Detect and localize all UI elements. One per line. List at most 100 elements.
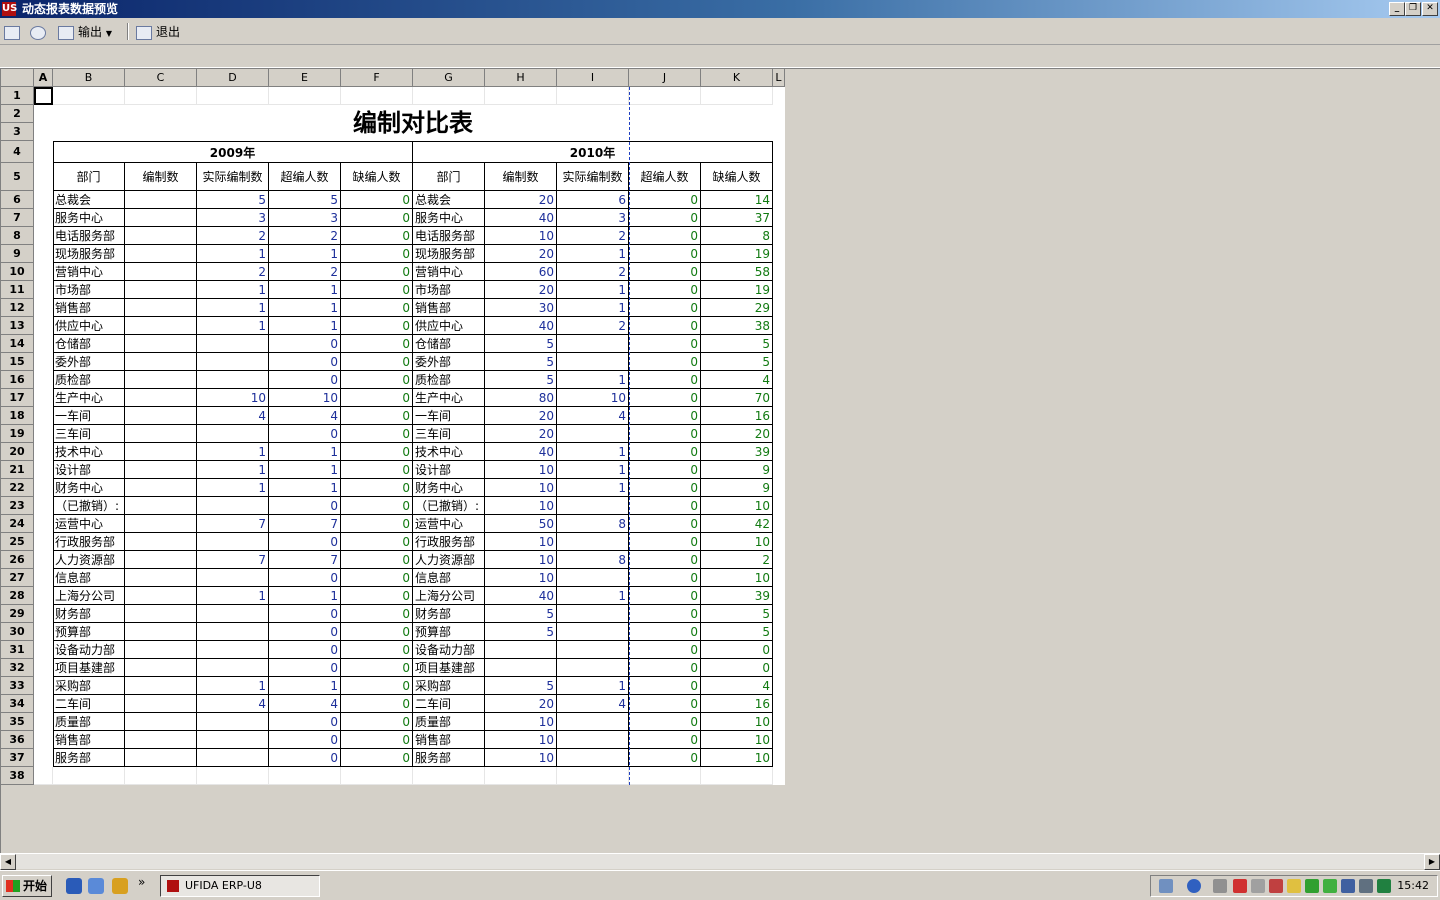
value-cell[interactable]: [485, 641, 557, 659]
value-cell[interactable]: 1: [557, 677, 629, 695]
value-cell[interactable]: 20: [701, 425, 773, 443]
value-cell[interactable]: 19: [701, 281, 773, 299]
value-cell[interactable]: 0: [341, 461, 413, 479]
department-cell[interactable]: 三车间: [413, 425, 485, 443]
row-header-25[interactable]: 25: [1, 533, 34, 551]
column-header-b[interactable]: B: [53, 69, 125, 87]
table-header-cell[interactable]: 超编人数: [629, 163, 701, 191]
value-cell[interactable]: [557, 713, 629, 731]
value-cell[interactable]: [125, 623, 197, 641]
department-cell[interactable]: 设备动力部: [53, 641, 125, 659]
value-cell[interactable]: 0: [269, 605, 341, 623]
column-header-g[interactable]: G: [413, 69, 485, 87]
value-cell[interactable]: [125, 749, 197, 767]
value-cell[interactable]: 2: [269, 263, 341, 281]
department-cell[interactable]: 仓储部: [413, 335, 485, 353]
value-cell[interactable]: [125, 497, 197, 515]
department-cell[interactable]: 营销中心: [413, 263, 485, 281]
value-cell[interactable]: 29: [701, 299, 773, 317]
row-header-16[interactable]: 16: [1, 371, 34, 389]
column-header-c[interactable]: C: [125, 69, 197, 87]
row-header-2[interactable]: 2: [1, 105, 34, 123]
department-cell[interactable]: 财务部: [413, 605, 485, 623]
value-cell[interactable]: 0: [341, 533, 413, 551]
value-cell[interactable]: [557, 425, 629, 443]
value-cell[interactable]: [125, 353, 197, 371]
department-cell[interactable]: 预算部: [53, 623, 125, 641]
minimize-button[interactable]: _: [1389, 2, 1405, 16]
value-cell[interactable]: [125, 389, 197, 407]
value-cell[interactable]: 0: [701, 659, 773, 677]
value-cell[interactable]: 0: [629, 533, 701, 551]
value-cell[interactable]: [197, 569, 269, 587]
value-cell[interactable]: 2: [197, 263, 269, 281]
value-cell[interactable]: 0: [629, 245, 701, 263]
value-cell[interactable]: [197, 533, 269, 551]
department-cell[interactable]: 财务部: [53, 605, 125, 623]
export-button[interactable]: 输出 ▼: [58, 22, 112, 42]
value-cell[interactable]: [125, 695, 197, 713]
table-header-cell[interactable]: 部门: [53, 163, 125, 191]
value-cell[interactable]: 0: [341, 299, 413, 317]
department-cell[interactable]: 上海分公司: [53, 587, 125, 605]
value-cell[interactable]: 10: [485, 479, 557, 497]
value-cell[interactable]: 7: [197, 551, 269, 569]
value-cell[interactable]: 5: [485, 677, 557, 695]
value-cell[interactable]: [197, 425, 269, 443]
row-header-6[interactable]: 6: [1, 191, 34, 209]
value-cell[interactable]: [125, 227, 197, 245]
value-cell[interactable]: [125, 713, 197, 731]
value-cell[interactable]: 0: [701, 641, 773, 659]
row-header-4[interactable]: 4: [1, 141, 34, 163]
row-header-11[interactable]: 11: [1, 281, 34, 299]
value-cell[interactable]: 3: [269, 209, 341, 227]
value-cell[interactable]: 0: [341, 695, 413, 713]
empty-cell[interactable]: [197, 767, 269, 785]
table-header-cell[interactable]: 编制数: [485, 163, 557, 191]
value-cell[interactable]: [197, 335, 269, 353]
value-cell[interactable]: 0: [341, 191, 413, 209]
department-cell[interactable]: 销售部: [53, 299, 125, 317]
value-cell[interactable]: 10: [701, 731, 773, 749]
value-cell[interactable]: 6: [557, 191, 629, 209]
value-cell[interactable]: 0: [269, 497, 341, 515]
value-cell[interactable]: [197, 371, 269, 389]
value-cell[interactable]: [125, 263, 197, 281]
row-header-27[interactable]: 27: [1, 569, 34, 587]
value-cell[interactable]: [557, 605, 629, 623]
value-cell[interactable]: 0: [341, 407, 413, 425]
value-cell[interactable]: 5: [197, 191, 269, 209]
value-cell[interactable]: 0: [629, 227, 701, 245]
restore-button[interactable]: ❐: [1405, 2, 1421, 16]
column-header-d[interactable]: D: [197, 69, 269, 87]
department-cell[interactable]: 财务中心: [413, 479, 485, 497]
department-cell[interactable]: 销售部: [413, 731, 485, 749]
exit-button[interactable]: 退出: [136, 22, 180, 42]
value-cell[interactable]: 39: [701, 587, 773, 605]
value-cell[interactable]: 1: [197, 461, 269, 479]
value-cell[interactable]: 0: [629, 209, 701, 227]
value-cell[interactable]: [125, 677, 197, 695]
value-cell[interactable]: 8: [557, 551, 629, 569]
ie-icon[interactable]: [66, 878, 82, 894]
column-header-h[interactable]: H: [485, 69, 557, 87]
department-cell[interactable]: 二车间: [53, 695, 125, 713]
department-cell[interactable]: 财务中心: [53, 479, 125, 497]
table-header-cell[interactable]: 实际编制数: [197, 163, 269, 191]
show-desktop-icon[interactable]: [88, 878, 104, 894]
value-cell[interactable]: 0: [629, 695, 701, 713]
value-cell[interactable]: 0: [341, 659, 413, 677]
department-cell[interactable]: 质量部: [413, 713, 485, 731]
horizontal-scrollbar[interactable]: ◀ ▶: [0, 853, 1440, 870]
value-cell[interactable]: 0: [629, 713, 701, 731]
value-cell[interactable]: 5: [485, 335, 557, 353]
value-cell[interactable]: 2: [701, 551, 773, 569]
value-cell[interactable]: [197, 749, 269, 767]
value-cell[interactable]: 1: [269, 299, 341, 317]
value-cell[interactable]: 0: [629, 551, 701, 569]
department-cell[interactable]: 总裁会: [53, 191, 125, 209]
value-cell[interactable]: 40: [485, 209, 557, 227]
value-cell[interactable]: 0: [269, 533, 341, 551]
table-header-cell[interactable]: 实际编制数: [557, 163, 629, 191]
value-cell[interactable]: [125, 551, 197, 569]
